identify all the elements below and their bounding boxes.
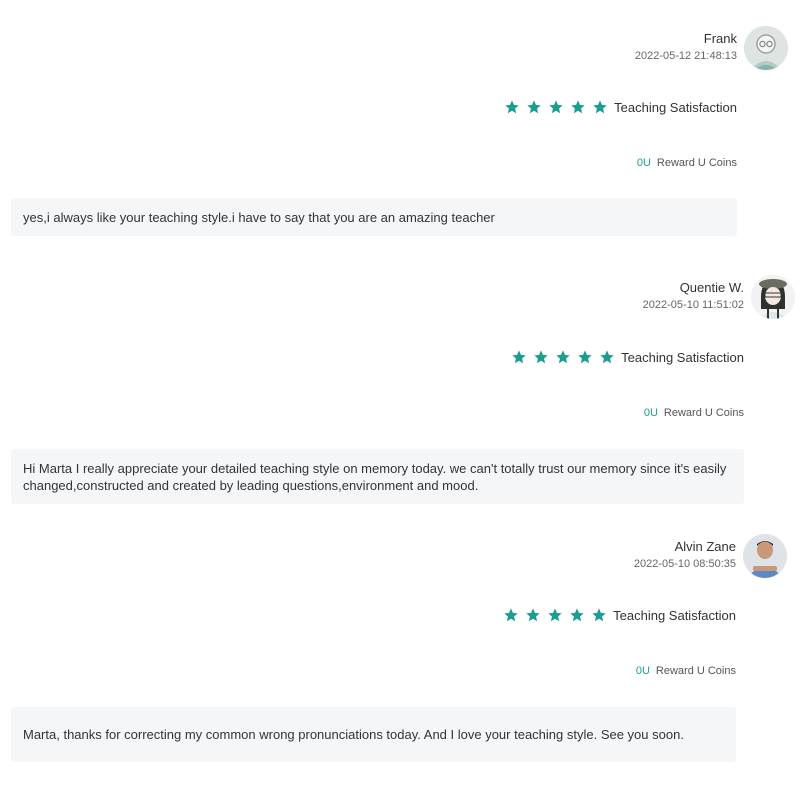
reward-amount: 0U: [636, 157, 651, 169]
reward-coins: 0U Reward U Coins: [637, 157, 737, 169]
star-icon: [504, 608, 518, 622]
star-icon: [600, 350, 614, 364]
star-icon: [571, 100, 585, 114]
rating-row: Teaching Satisfaction: [504, 99, 737, 115]
comment-text: yes,i always like your teaching style.i …: [23, 209, 495, 225]
review-date: 2022-05-12 21:48:13: [634, 50, 737, 62]
rating-label: Teaching Satisfaction: [621, 349, 744, 365]
star-icon: [527, 100, 541, 114]
avatar-icon[interactable]: [743, 534, 787, 578]
star-icon: [505, 100, 519, 114]
star-rating: [503, 607, 607, 623]
reward-coins: 0U Reward U Coins: [644, 407, 744, 419]
review-comment: Hi Marta I really appreciate your detail…: [11, 449, 744, 504]
review-comment: yes,i always like your teaching style.i …: [11, 198, 737, 236]
star-icon: [549, 100, 563, 114]
star-icon: [548, 608, 562, 622]
star-rating: [504, 99, 608, 115]
review-header: Alvin Zane 2022-05-10 08:50:35: [634, 539, 736, 571]
review-header: Frank 2022-05-12 21:48:13: [635, 31, 737, 63]
reward-label: Reward U Coins: [663, 407, 744, 419]
reward-amount: 0U: [643, 407, 658, 419]
rating-row: Teaching Satisfaction: [511, 349, 744, 365]
reviewer-name: Quentie W.: [679, 280, 744, 295]
star-icon: [512, 350, 526, 364]
star-rating: [511, 349, 615, 365]
reward-label: Reward U Coins: [655, 665, 736, 677]
review-header: Quentie W. 2022-05-10 11:51:02: [643, 280, 744, 312]
star-icon: [534, 350, 548, 364]
star-icon: [526, 608, 540, 622]
star-icon: [578, 350, 592, 364]
reviewer-name: Alvin Zane: [674, 539, 736, 554]
star-icon: [593, 100, 607, 114]
rating-label: Teaching Satisfaction: [614, 99, 737, 115]
reward-amount: 0U: [635, 665, 650, 677]
avatar-icon[interactable]: [744, 26, 788, 70]
reward-label: Reward U Coins: [656, 157, 737, 169]
reviewer-name: Frank: [703, 31, 737, 46]
rating-label: Teaching Satisfaction: [613, 607, 736, 623]
star-icon: [570, 608, 584, 622]
reward-coins: 0U Reward U Coins: [636, 665, 736, 677]
avatar-icon[interactable]: [751, 275, 795, 319]
review-comment: Marta, thanks for correcting my common w…: [11, 707, 736, 762]
rating-row: Teaching Satisfaction: [503, 607, 736, 623]
star-icon: [556, 350, 570, 364]
comment-text: Hi Marta I really appreciate your detail…: [23, 460, 727, 493]
review-date: 2022-05-10 08:50:35: [633, 558, 736, 570]
review-date: 2022-05-10 11:51:02: [642, 299, 744, 311]
star-icon: [592, 608, 606, 622]
comment-text: Marta, thanks for correcting my common w…: [23, 727, 684, 742]
